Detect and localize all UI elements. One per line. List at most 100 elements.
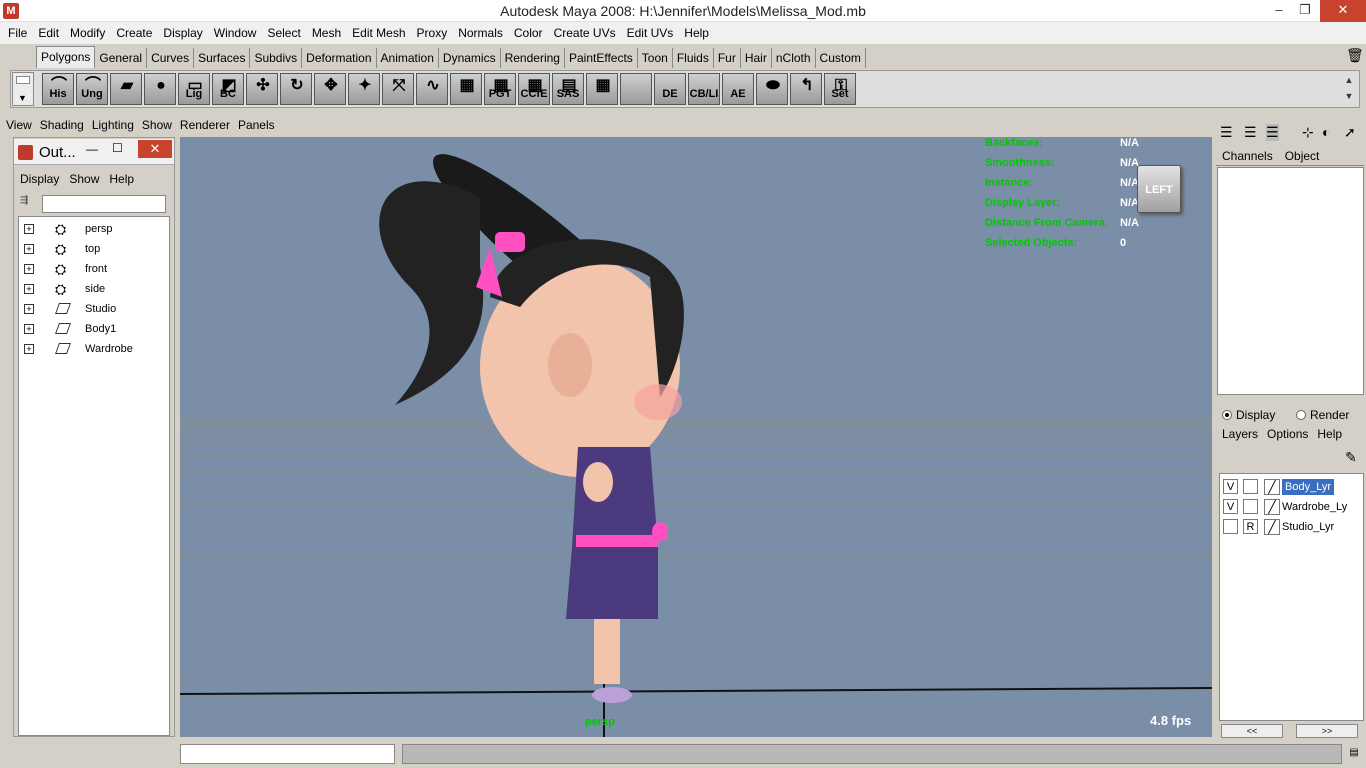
expand-icon[interactable]: +: [24, 344, 34, 354]
expand-icon[interactable]: +: [24, 264, 34, 274]
menu-edit[interactable]: Edit: [34, 26, 66, 40]
shelf-tab-animation[interactable]: Animation: [377, 48, 439, 68]
maximize-button[interactable]: ❐: [1288, 0, 1322, 22]
channel-box-icon[interactable]: ☰: [1220, 124, 1233, 141]
outliner-menu-display[interactable]: Display: [20, 172, 59, 186]
layer-type-toggle[interactable]: R: [1243, 519, 1258, 534]
script-editor-button[interactable]: ▤: [1344, 744, 1364, 764]
outliner-search-input[interactable]: [42, 195, 166, 213]
layer-menu-layers[interactable]: Layers: [1222, 427, 1258, 441]
chevron-down-icon[interactable]: ▼: [1340, 88, 1358, 104]
shelf-tool-ae[interactable]: AE: [722, 73, 754, 105]
channel-layer-icon[interactable]: ☰: [1266, 124, 1279, 141]
layer-prev-button[interactable]: <<: [1221, 724, 1283, 738]
panel-menu-renderer[interactable]: Renderer: [180, 118, 238, 132]
shelf-tool-de[interactable]: DE: [654, 73, 686, 105]
outliner-item-persp[interactable]: + ⛭ persp: [19, 219, 169, 239]
shelf-tool-button[interactable]: ⬬: [756, 73, 788, 105]
layer-color-swatch[interactable]: ╱: [1264, 479, 1280, 495]
attribute-icon[interactable]: ☰: [1244, 124, 1257, 141]
layer-row[interactable]: V ╱ Body_Lyr: [1220, 477, 1363, 497]
menu-display[interactable]: Display: [159, 26, 209, 40]
menu-create-uvs[interactable]: Create UVs: [550, 26, 623, 40]
outliner-item-top[interactable]: + ⛭ top: [19, 239, 169, 259]
menu-normals[interactable]: Normals: [454, 26, 510, 40]
radio-button[interactable]: [1296, 410, 1306, 420]
menu-edit-uvs[interactable]: Edit UVs: [623, 26, 681, 40]
shelf-tab-rendering[interactable]: Rendering: [501, 48, 565, 68]
outliner-item-body1[interactable]: + Body1: [19, 319, 169, 339]
outliner-item-wardrobe[interactable]: + Wardrobe: [19, 339, 169, 359]
expand-icon[interactable]: +: [24, 304, 34, 314]
shelf-tab-surfaces[interactable]: Surfaces: [194, 48, 251, 68]
render-mode-radio[interactable]: Render: [1296, 408, 1349, 422]
shelf-tool-button[interactable]: ⤧: [382, 73, 414, 105]
shelf-tab-fluids[interactable]: Fluids: [673, 48, 714, 68]
shelf-tool-pgt[interactable]: ▦ PGT: [484, 73, 516, 105]
layer-next-button[interactable]: >>: [1296, 724, 1358, 738]
shelf-tab-painteffects[interactable]: PaintEffects: [565, 48, 638, 68]
menu-modify[interactable]: Modify: [66, 26, 112, 40]
layer-name[interactable]: Studio_Lyr: [1282, 521, 1334, 533]
layer-color-swatch[interactable]: ╱: [1264, 519, 1280, 535]
menu-color[interactable]: Color: [510, 26, 550, 40]
shelf-tab-custom[interactable]: Custom: [816, 48, 866, 68]
axis-icon[interactable]: ⊹: [1302, 124, 1314, 141]
shelf-tool-ccfe[interactable]: ▦ CCfE: [518, 73, 550, 105]
shelf-tab-polygons[interactable]: Polygons: [36, 46, 96, 68]
menu-window[interactable]: Window: [210, 26, 264, 40]
outliner-item-side[interactable]: + ⛭ side: [19, 279, 169, 299]
layer-name[interactable]: Wardrobe_Ly: [1282, 501, 1347, 513]
shelf-tool-button[interactable]: ∿: [416, 73, 448, 105]
display-mode-radio[interactable]: Display: [1222, 408, 1275, 422]
shelf-tool-bc[interactable]: ◩ BC: [212, 73, 244, 105]
menu-select[interactable]: Select: [263, 26, 307, 40]
shelf-tool-set[interactable]: ⚿ Set: [824, 73, 856, 105]
shelf-options-button[interactable]: ▼: [12, 72, 34, 106]
panel-menu-shading[interactable]: Shading: [40, 118, 92, 132]
panel-menu-lighting[interactable]: Lighting: [92, 118, 142, 132]
shelf-tool-ung[interactable]: ⌒ Ung: [76, 73, 108, 105]
shelf-tool-button[interactable]: ●: [144, 73, 176, 105]
shelf-tool-button[interactable]: ✣: [246, 73, 278, 105]
channels-menu[interactable]: Channels: [1222, 149, 1273, 163]
radio-button[interactable]: [1222, 410, 1232, 420]
viewcube[interactable]: LEFT: [1137, 165, 1181, 213]
expand-icon[interactable]: +: [24, 224, 34, 234]
shelf-tool-sas[interactable]: ▤ SAS: [552, 73, 584, 105]
shelf-tab-dynamics[interactable]: Dynamics: [439, 48, 501, 68]
shelf-tool-his[interactable]: ⌒ His: [42, 73, 74, 105]
shelf-tab-general[interactable]: General: [95, 48, 148, 68]
layer-type-toggle[interactable]: [1243, 479, 1258, 494]
shelf-scroll[interactable]: ▲ ▼: [1340, 72, 1358, 106]
panel-menu-view[interactable]: View: [6, 118, 40, 132]
menu-mesh[interactable]: Mesh: [308, 26, 348, 40]
shelf-tool-button[interactable]: ✥: [314, 73, 346, 105]
shelf-tool-cbli[interactable]: CB/LI: [688, 73, 720, 105]
shelf-tool-button[interactable]: [620, 73, 652, 105]
layer-visibility-toggle[interactable]: V: [1223, 499, 1238, 514]
menu-edit-mesh[interactable]: Edit Mesh: [348, 26, 412, 40]
menu-create[interactable]: Create: [112, 26, 159, 40]
shelf-tab-subdivs[interactable]: Subdivs: [250, 48, 303, 68]
outliner-menu-show[interactable]: Show: [69, 172, 99, 186]
layer-visibility-toggle[interactable]: [1223, 519, 1238, 534]
outliner-maximize-button[interactable]: ☐: [112, 141, 123, 155]
layer-row[interactable]: R ╱ Studio_Lyr: [1220, 517, 1363, 537]
shelf-tool-button[interactable]: ▦: [586, 73, 618, 105]
panel-menu-panels[interactable]: Panels: [238, 118, 283, 132]
layer-menu-options[interactable]: Options: [1267, 427, 1308, 441]
layer-type-toggle[interactable]: [1243, 499, 1258, 514]
shelf-tab-ncloth[interactable]: nCloth: [772, 48, 816, 68]
outliner-minimize-button[interactable]: —: [86, 142, 98, 156]
outliner-close-button[interactable]: ✕: [138, 140, 172, 158]
shelf-tab-deformation[interactable]: Deformation: [302, 48, 377, 68]
perspective-viewport[interactable]: Backfaces: N/A Smoothness: N/A Instance: N/A D…: [180, 137, 1212, 737]
shelf-tool-button[interactable]: ▦: [450, 73, 482, 105]
menu-proxy[interactable]: Proxy: [413, 26, 455, 40]
layer-visibility-toggle[interactable]: V: [1223, 479, 1238, 494]
menu-help[interactable]: Help: [680, 26, 716, 40]
command-line-input[interactable]: [180, 744, 395, 764]
expand-icon[interactable]: +: [24, 284, 34, 294]
layer-menu-help[interactable]: Help: [1317, 427, 1342, 441]
